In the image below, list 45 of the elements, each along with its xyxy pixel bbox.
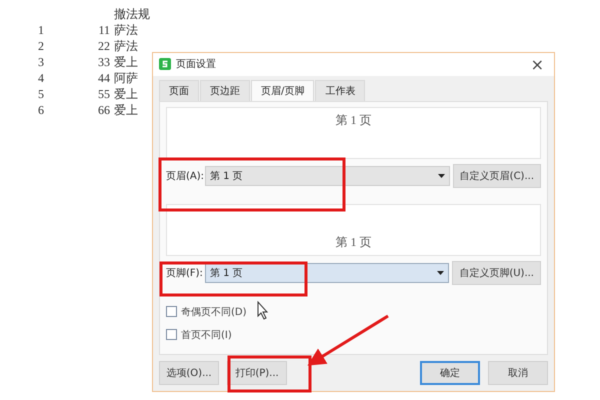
table-cell-text: 11 <box>97 22 110 38</box>
tab[interactable]: 页面 <box>159 80 199 101</box>
checkbox[interactable] <box>166 329 177 340</box>
custom-button[interactable]: 自定义页眉(C)... <box>452 164 541 188</box>
field-label: 页眉(A): <box>166 170 202 183</box>
dialog-button[interactable]: 确定 <box>420 361 480 385</box>
table-cell-text: 阿萨 <box>114 70 139 86</box>
row-number: 3 <box>37 54 44 70</box>
window-title: 页面设置 <box>176 58 217 72</box>
row-number: 6 <box>37 102 44 118</box>
row-number: 5 <box>37 86 44 102</box>
row-number: 2 <box>37 38 44 54</box>
table-cell-text: 萨法 <box>114 38 139 54</box>
checkbox-label: 首页不同(I) <box>181 328 232 342</box>
header-preview: 第 1 页 <box>166 106 541 159</box>
close-button[interactable]: × <box>526 54 548 74</box>
mouse-cursor-icon <box>258 300 268 320</box>
table-cell-text: 22 <box>97 38 110 54</box>
dropdown[interactable]: 第 1 页 <box>205 262 450 283</box>
tab[interactable]: 页边距 <box>200 80 250 101</box>
dialog-button[interactable]: 打印(P)... <box>227 361 287 385</box>
tab[interactable]: 页眉/页脚 <box>251 80 314 101</box>
checkbox-label: 奇偶页不同(D) <box>181 306 247 319</box>
table-cell-text: 爱上 <box>114 102 139 118</box>
dropdown-arrow-icon <box>438 174 445 178</box>
row-number: 1 <box>37 22 44 38</box>
table-cell-text: 爱上 <box>114 54 139 70</box>
dialog-button[interactable]: 选项(O)... <box>159 361 219 385</box>
table-cell-text: 爱上 <box>114 86 139 102</box>
app-logo-icon <box>159 58 171 70</box>
dropdown-arrow-icon <box>437 270 444 275</box>
column-header: 撤法规 <box>114 6 150 22</box>
footer-preview: 第 1 页 <box>166 204 541 256</box>
tab[interactable]: 工作表 <box>315 80 366 101</box>
table-cell-text: 66 <box>97 102 110 118</box>
field-label: 页脚(F): <box>166 266 202 280</box>
row-number: 4 <box>37 70 44 86</box>
dialog-button[interactable]: 取消 <box>488 361 548 385</box>
table-cell-text: 44 <box>97 70 110 86</box>
custom-button[interactable]: 自定义页脚(U)... <box>452 260 541 285</box>
checkbox[interactable] <box>166 306 177 318</box>
table-cell-text: 33 <box>97 54 110 70</box>
table-cell-text: 55 <box>97 86 110 102</box>
table-cell-text: 萨法 <box>114 22 139 38</box>
dropdown[interactable]: 第 1 页 <box>205 166 450 186</box>
